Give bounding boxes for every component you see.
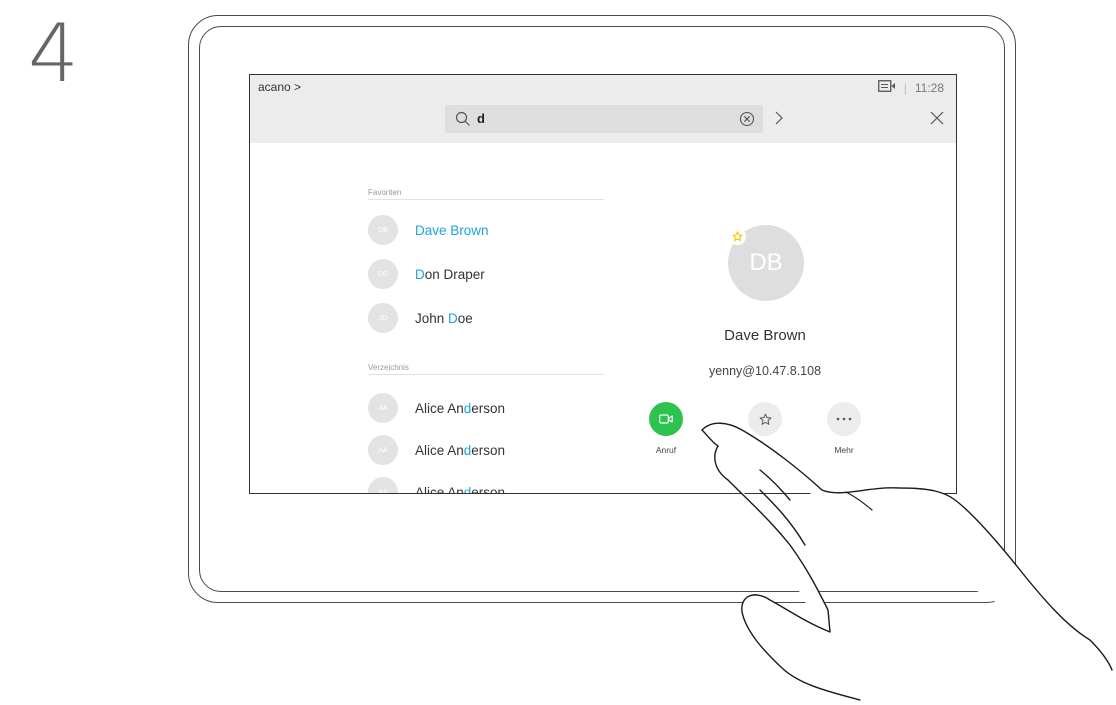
pointing-hand-illustration — [701, 422, 1113, 701]
